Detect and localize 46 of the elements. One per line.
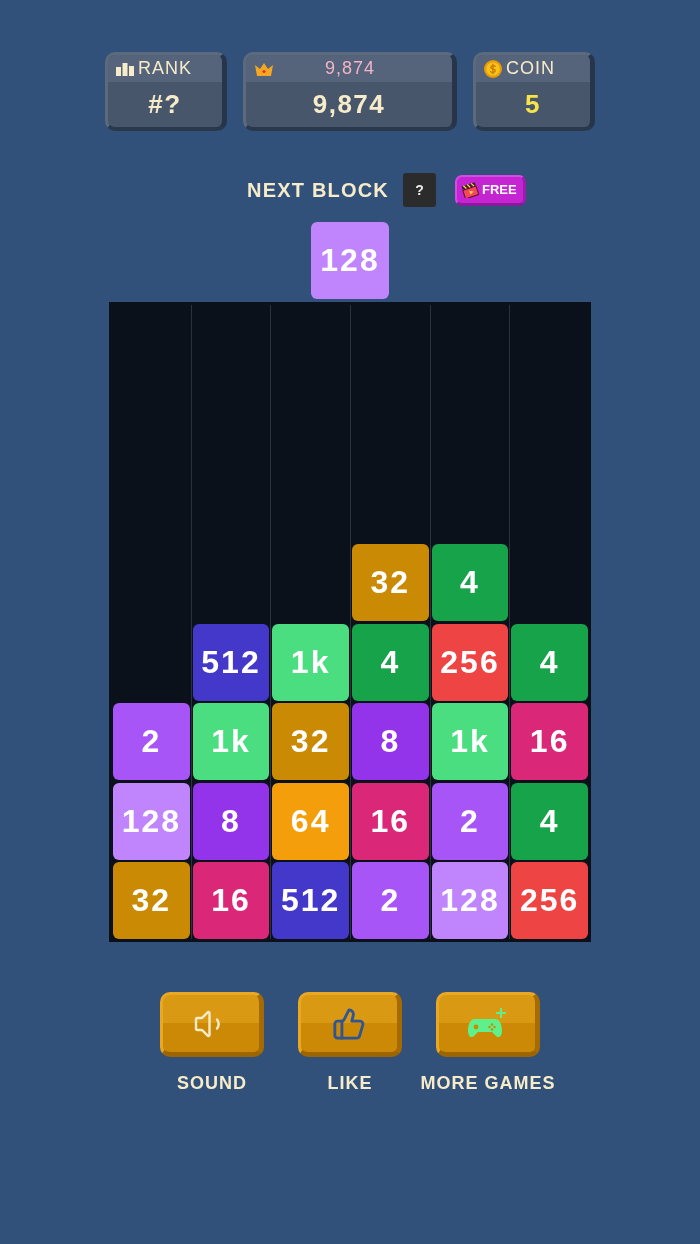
free-button[interactable]: FREE <box>455 174 526 206</box>
number-tile: 1k <box>431 703 509 780</box>
more-games-button[interactable] <box>436 992 540 1057</box>
thumbs-up-icon <box>332 1006 366 1041</box>
number-tile: 2 <box>113 703 190 780</box>
number-tile: 4 <box>352 623 429 701</box>
next-block-tile: 128 <box>311 222 389 299</box>
number-tile: 1k <box>272 623 349 701</box>
button-caption: SOUND <box>177 1073 247 1094</box>
number-tile: 4 <box>431 544 509 621</box>
best-score: 9,874 <box>323 58 376 79</box>
number-tile: 4 <box>511 623 588 701</box>
number-tile: 2 <box>431 782 509 860</box>
number-tile: 512 <box>192 623 270 701</box>
number-tile: 32 <box>113 862 190 939</box>
number-tile: 128 <box>431 862 509 939</box>
number-tile: 32 <box>272 703 349 780</box>
rank-label: RANK <box>138 58 192 79</box>
score-value: 9,874 <box>312 89 386 120</box>
crown-icon <box>254 61 274 76</box>
button-caption: LIKE <box>327 1073 373 1094</box>
coin-value: 5 <box>525 89 541 120</box>
coin-label: COIN <box>506 58 555 79</box>
number-tile: 16 <box>192 862 270 939</box>
number-tile: 1k <box>192 703 270 780</box>
bar-chart-icon <box>116 61 134 76</box>
number-tile: 16 <box>511 703 588 780</box>
number-tile: 256 <box>511 862 588 939</box>
number-tile: 32 <box>352 544 429 621</box>
number-tile: 128 <box>113 782 190 860</box>
coin-icon <box>484 59 502 78</box>
number-tile: 64 <box>272 782 349 860</box>
number-tile: 2 <box>352 862 429 939</box>
sound-button[interactable] <box>160 992 264 1057</box>
number-tile: 8 <box>192 782 270 860</box>
clapperboard-icon <box>461 181 479 198</box>
number-tile: 8 <box>352 703 429 780</box>
number-tile: 512 <box>272 862 349 939</box>
like-button[interactable] <box>298 992 402 1057</box>
hidden-block-tile: ? <box>403 173 436 207</box>
next-block-label: NEXT BLOCK <box>247 178 389 202</box>
number-tile: 4 <box>511 782 588 860</box>
rank-value: #? <box>148 89 182 120</box>
number-tile: 16 <box>352 782 429 860</box>
number-tile: 256 <box>431 623 509 701</box>
button-caption: MORE GAMES <box>420 1073 556 1094</box>
